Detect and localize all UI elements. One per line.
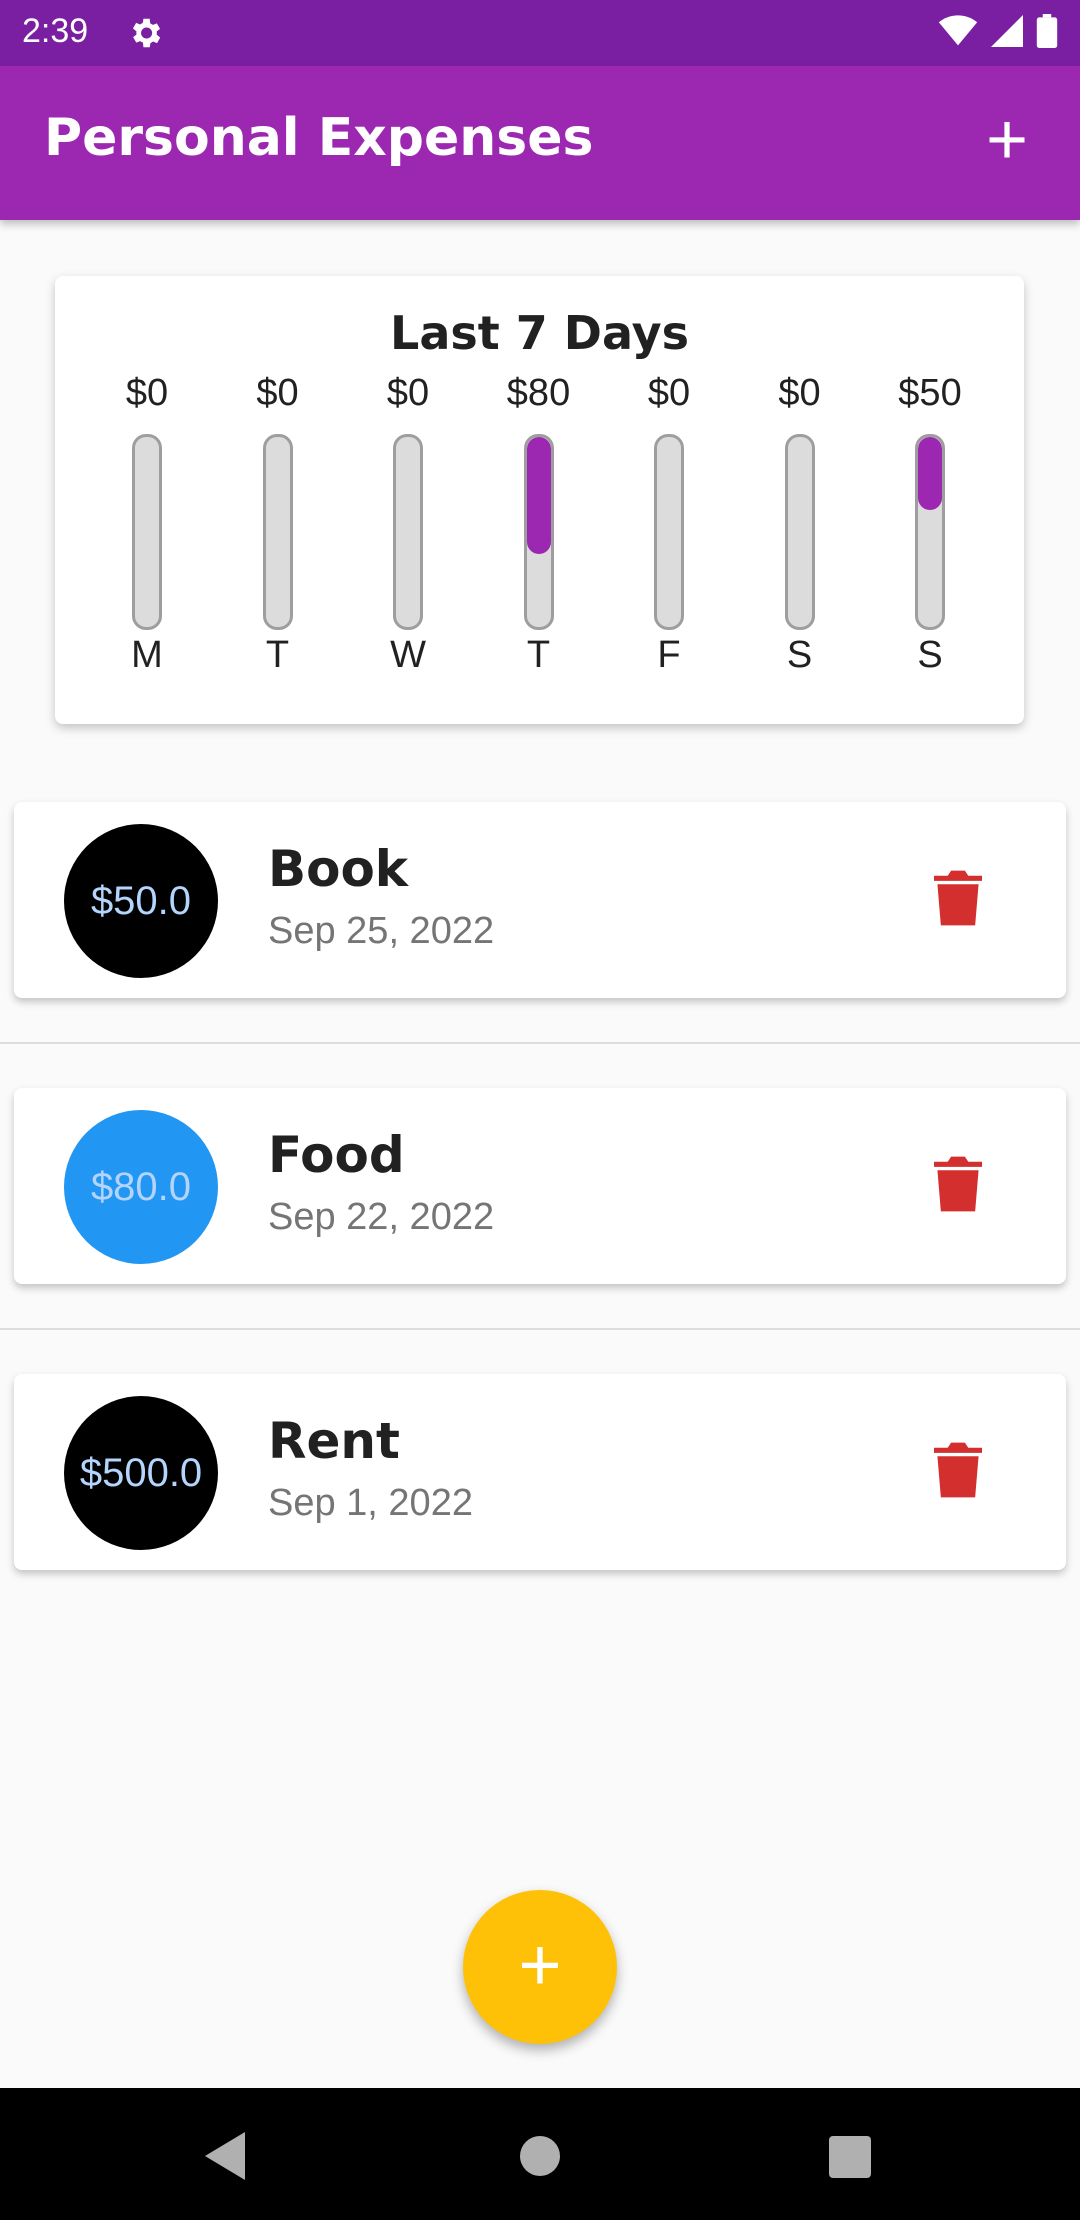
status-bar: 2:39 [0, 0, 1080, 66]
bar-amount-label: $80 [506, 372, 571, 414]
bar-amount-label: $50 [898, 372, 962, 414]
delete-button[interactable] [934, 870, 982, 926]
trash-icon [934, 1156, 982, 1212]
add-fab-button[interactable]: + [463, 1890, 617, 2044]
bar-track [132, 434, 162, 630]
chart-bar-column: $0 T [228, 372, 328, 702]
trash-icon [934, 870, 982, 926]
transaction-title: Book [268, 840, 409, 898]
status-time: 2:39 [22, 12, 89, 50]
home-icon[interactable] [520, 2136, 560, 2176]
back-icon[interactable] [205, 2132, 245, 2180]
bar-track [654, 434, 684, 630]
bar-amount-label: $0 [256, 372, 299, 414]
chart-bar-column: $0 F [619, 372, 719, 702]
recents-icon[interactable] [829, 2136, 871, 2178]
transaction-title: Food [268, 1126, 405, 1184]
bar-day-label: T [526, 634, 551, 676]
divider [0, 1328, 1080, 1330]
transaction-date: Sep 25, 2022 [268, 910, 495, 952]
battery-icon [1036, 14, 1058, 52]
bar-day-label: W [390, 634, 426, 676]
chart-bar-column: $80 T [489, 372, 589, 702]
wifi-icon [938, 15, 978, 51]
delete-button[interactable] [934, 1156, 982, 1212]
transaction-card: $50.0 Book Sep 25, 2022 [14, 802, 1066, 998]
amount-avatar: $500.0 [64, 1396, 218, 1550]
chart-bar-column: $50 S [880, 372, 980, 702]
signal-icon [990, 15, 1024, 51]
app-bar: Personal Expenses + [0, 66, 1080, 220]
chart-bar-column: $0 M [97, 372, 197, 702]
gear-icon [126, 14, 164, 52]
bar-track [915, 434, 945, 630]
bar-day-label: M [131, 634, 163, 676]
bar-track [523, 434, 554, 630]
bar-amount-label: $0 [778, 372, 821, 414]
bar-track [784, 434, 815, 630]
bar-track [262, 434, 293, 630]
bar-day-label: F [657, 634, 681, 676]
bar-track [393, 434, 423, 630]
add-transaction-button[interactable]: + [974, 104, 1040, 176]
trash-icon [934, 1442, 982, 1498]
bar-day-label: S [917, 634, 943, 676]
page-title: Personal Expenses [44, 108, 594, 168]
amount-avatar: $80.0 [64, 1110, 218, 1264]
bar-fill [526, 437, 551, 554]
bar-day-label: S [786, 634, 813, 676]
transaction-date: Sep 1, 2022 [268, 1482, 473, 1524]
system-nav-bar [0, 2088, 1080, 2220]
bar-fill [918, 437, 942, 511]
bar-amount-label: $0 [647, 372, 691, 414]
delete-button[interactable] [934, 1442, 982, 1498]
bar-amount-label: $0 [125, 372, 169, 414]
transaction-card: $500.0 Rent Sep 1, 2022 [14, 1374, 1066, 1570]
bar-day-label: T [265, 634, 290, 676]
chart-title: Last 7 Days [390, 306, 689, 360]
divider [0, 1042, 1080, 1044]
transaction-title: Rent [268, 1412, 400, 1470]
chart-bar-column: $0 W [358, 372, 458, 702]
transaction-card: $80.0 Food Sep 22, 2022 [14, 1088, 1066, 1284]
bar-amount-label: $0 [386, 372, 430, 414]
transaction-date: Sep 22, 2022 [268, 1196, 495, 1238]
amount-avatar: $50.0 [64, 824, 218, 978]
chart-bar-column: $0 S [750, 372, 850, 702]
weekly-chart-card: Last 7 Days $0 M $0 T $0 W $80 T $0 F $0 S $50 S [55, 276, 1024, 724]
